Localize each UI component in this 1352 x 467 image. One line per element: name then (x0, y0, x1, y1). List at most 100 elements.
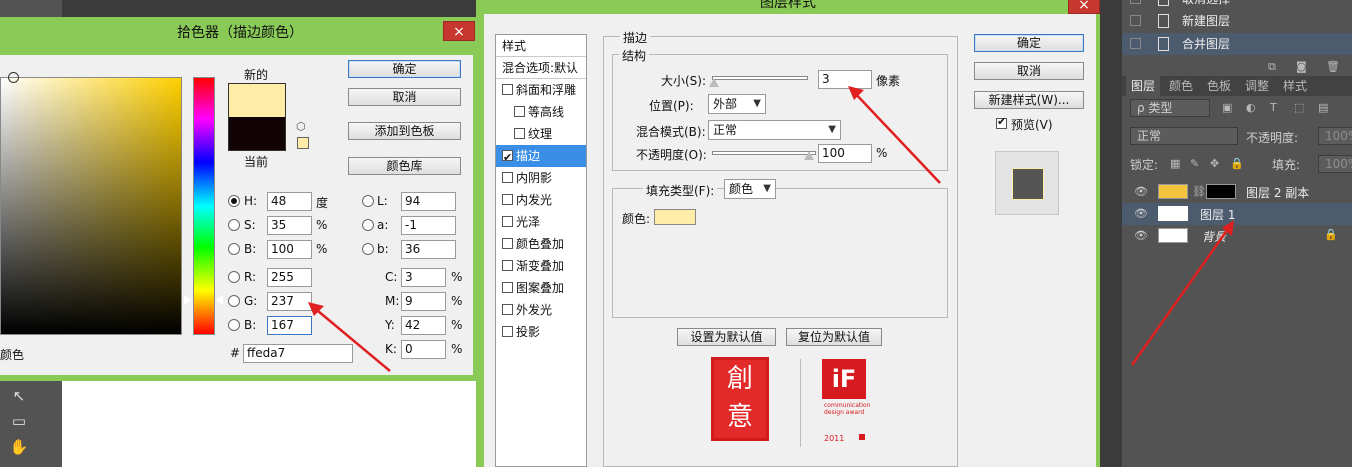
blend-mode-select[interactable]: 正常 ▼ (708, 120, 841, 140)
history-checkbox[interactable] (1130, 15, 1141, 26)
hex-field[interactable]: ffeda7 (243, 344, 353, 363)
layer-row-selected[interactable]: 👁 图层 1 (1122, 203, 1352, 225)
history-item[interactable]: 新建图层 (1122, 10, 1352, 32)
tab-styles[interactable]: 样式 (1278, 76, 1312, 96)
layer-row[interactable]: 👁 背景 🔒 (1122, 225, 1352, 247)
color-overlay-checkbox[interactable] (502, 238, 513, 249)
style-item-inner-glow[interactable]: 内发光 (496, 189, 586, 211)
tab-swatches[interactable]: 色板 (1202, 76, 1236, 96)
layer-style-close-button[interactable]: × (1068, 0, 1100, 14)
h-field[interactable]: 48 (267, 192, 312, 211)
make-default-button[interactable]: 设置为默认值 (677, 328, 776, 346)
stroke-checkbox[interactable] (502, 147, 513, 169)
layer-style-cancel-button[interactable]: 取消 (974, 62, 1084, 80)
blend-mode-dropdown[interactable]: 正常 (1130, 127, 1238, 145)
blue-radio[interactable] (228, 319, 240, 331)
g-radio[interactable] (228, 295, 240, 307)
size-field[interactable]: 3 (818, 70, 872, 89)
eye-icon[interactable]: 👁 (1134, 207, 1148, 220)
style-item-outer-glow[interactable]: 外发光 (496, 299, 586, 321)
styles-header[interactable]: 样式 (496, 35, 586, 57)
layer-name[interactable]: 背景 (1202, 228, 1226, 245)
l-radio[interactable] (362, 195, 374, 207)
add-to-swatches-button[interactable]: 添加到色板 (348, 122, 461, 140)
drop-shadow-checkbox[interactable] (502, 326, 513, 337)
blending-options-item[interactable]: 混合选项:默认 (496, 57, 586, 79)
fill-type-select[interactable]: 颜色 ▼ (724, 179, 776, 199)
lock-all-icon[interactable]: 🔒 (1230, 157, 1244, 170)
eye-icon[interactable]: 👁 (1134, 185, 1148, 198)
filter-type-icon[interactable]: T (1270, 101, 1277, 114)
style-item-pattern-overlay[interactable]: 图案叠加 (496, 277, 586, 299)
filter-shape-icon[interactable]: ⬚ (1294, 101, 1304, 114)
rectangle-tool-icon[interactable]: ▭ (8, 410, 30, 432)
gradient-overlay-checkbox[interactable] (502, 260, 513, 271)
r-field[interactable]: 255 (267, 268, 312, 287)
cancel-button[interactable]: 取消 (348, 88, 461, 106)
pattern-overlay-checkbox[interactable] (502, 282, 513, 293)
stroke-color-chip[interactable] (654, 209, 696, 225)
l-field[interactable]: 94 (401, 192, 456, 211)
a-radio[interactable] (362, 219, 374, 231)
layer-mask-thumbnail[interactable] (1206, 184, 1236, 199)
tab-adjustments[interactable]: 调整 (1240, 76, 1274, 96)
r-radio[interactable] (228, 271, 240, 283)
out-of-gamut-cube-icon[interactable]: ⬡ (296, 120, 306, 133)
position-select[interactable]: 外部 ▼ (708, 94, 766, 114)
style-item-texture[interactable]: 纹理 (496, 123, 586, 145)
web-safe-swatch[interactable] (297, 137, 309, 149)
b-radio[interactable] (228, 243, 240, 255)
color-field[interactable] (0, 72, 182, 335)
style-item-color-overlay[interactable]: 颜色叠加 (496, 233, 586, 255)
m-field[interactable]: 9 (401, 292, 446, 311)
opacity-field[interactable]: 100 (818, 144, 872, 163)
k-field[interactable]: 0 (401, 340, 446, 359)
blue-field[interactable]: 167 (267, 316, 312, 335)
s-field[interactable]: 35 (267, 216, 312, 235)
b-field[interactable]: 100 (267, 240, 312, 259)
eye-icon[interactable]: 👁 (1134, 229, 1148, 242)
lock-transparent-icon[interactable]: ▦ (1170, 157, 1180, 170)
color-libraries-button[interactable]: 颜色库 (348, 157, 461, 175)
history-checkbox[interactable] (1130, 38, 1141, 49)
c-field[interactable]: 3 (401, 268, 446, 287)
s-radio[interactable] (228, 219, 240, 231)
hue-slider-right-handle[interactable] (216, 295, 223, 305)
document-canvas[interactable] (62, 378, 476, 467)
filter-adjustment-icon[interactable]: ◐ (1246, 101, 1256, 114)
history-checkbox[interactable] (1130, 0, 1141, 4)
satin-checkbox[interactable] (502, 216, 513, 227)
layer-row[interactable]: 👁 ⛓ 图层 2 副本 (1122, 181, 1352, 203)
style-item-stroke[interactable]: 描边 (496, 145, 586, 169)
style-item-drop-shadow[interactable]: 投影 (496, 321, 586, 343)
history-item[interactable]: 取消选择 (1122, 0, 1352, 10)
layer-filter-select[interactable]: ρ 类型 (1130, 99, 1210, 117)
size-slider[interactable] (712, 76, 808, 80)
move-tool-icon[interactable]: ↖ (8, 385, 30, 407)
panel-opacity-field[interactable]: 100% (1318, 127, 1352, 145)
layer-name[interactable]: 图层 2 副本 (1246, 184, 1309, 201)
inner-shadow-checkbox[interactable] (502, 172, 513, 183)
lab-b-radio[interactable] (362, 243, 374, 255)
texture-checkbox[interactable] (514, 128, 525, 139)
hand-tool-icon[interactable]: ✋ (8, 436, 30, 458)
style-item-contour[interactable]: 等高线 (496, 101, 586, 123)
outer-glow-checkbox[interactable] (502, 304, 513, 315)
reset-default-button[interactable]: 复位为默认值 (786, 328, 882, 346)
lock-image-icon[interactable]: ✎ (1190, 157, 1199, 170)
tab-layers[interactable]: 图层 (1126, 76, 1161, 96)
current-color-swatch[interactable] (228, 117, 286, 151)
history-item-selected[interactable]: 合并图层 (1122, 33, 1352, 55)
style-item-satin[interactable]: 光泽 (496, 211, 586, 233)
opacity-slider-thumb[interactable] (804, 151, 814, 160)
contour-checkbox[interactable] (514, 106, 525, 117)
preview-checkbox[interactable] (996, 115, 1007, 129)
filter-image-icon[interactable]: ▣ (1222, 101, 1232, 114)
inner-glow-checkbox[interactable] (502, 194, 513, 205)
tab-color[interactable]: 颜色 (1164, 76, 1198, 96)
ok-button[interactable]: 确定 (348, 60, 461, 78)
snapshot-camera-icon[interactable]: ◙ (1296, 60, 1307, 73)
hue-slider[interactable] (193, 77, 215, 335)
color-field-marker[interactable] (8, 72, 19, 83)
style-item-gradient-overlay[interactable]: 渐变叠加 (496, 255, 586, 277)
